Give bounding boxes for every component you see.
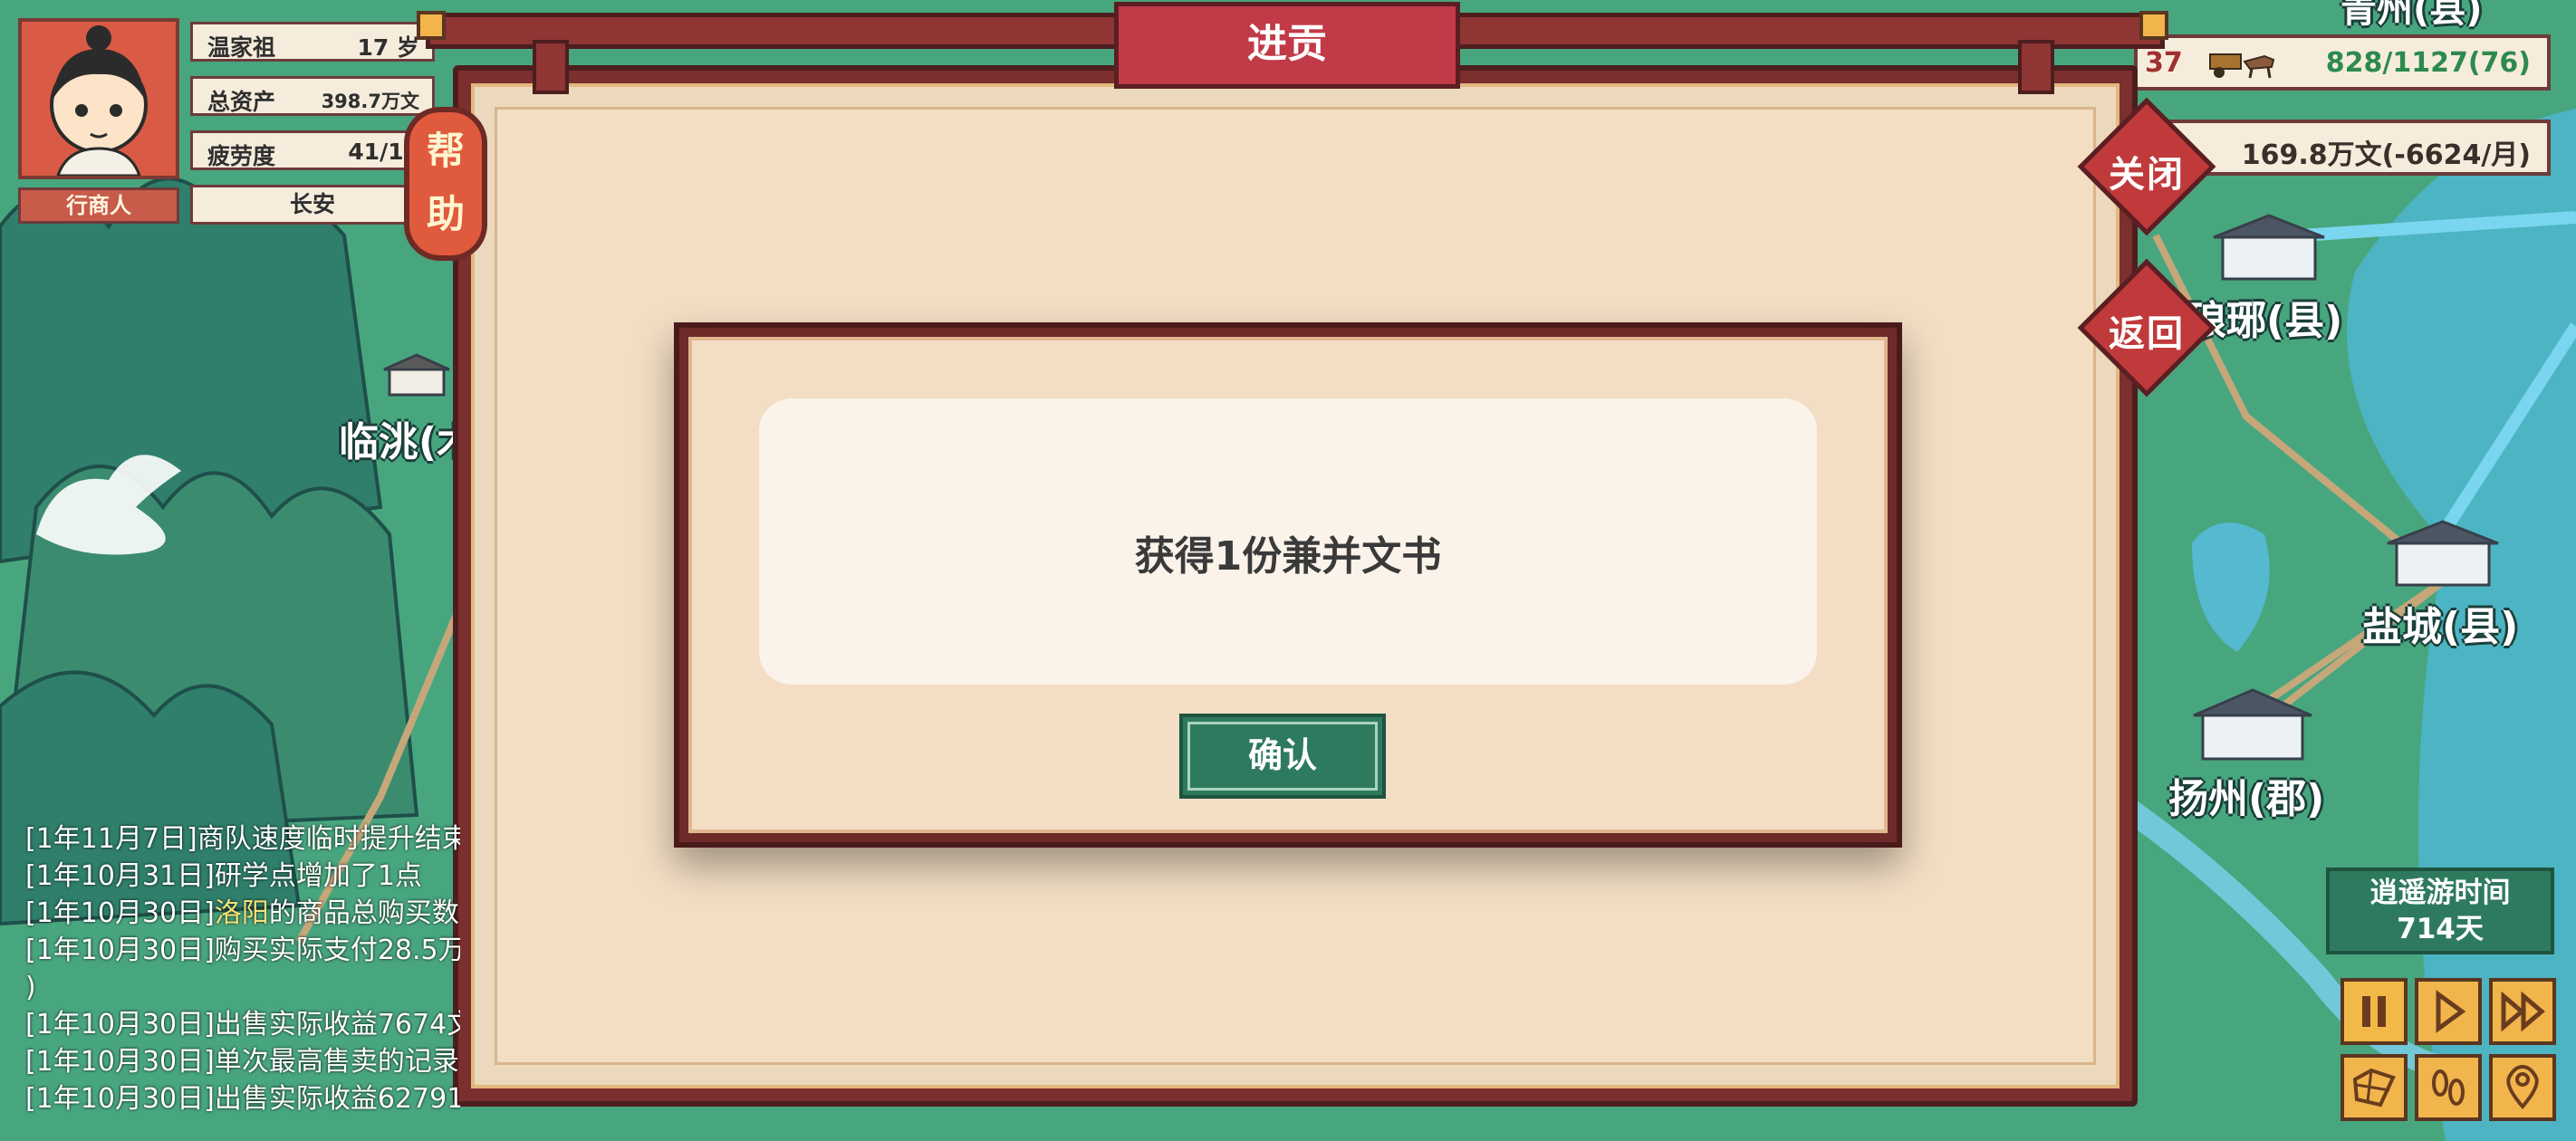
log-city-link[interactable]: 洛阳	[215, 897, 269, 929]
play-icon	[2436, 990, 2466, 1033]
player-location: 长安	[289, 191, 335, 217]
assets-label: 总资产	[207, 89, 276, 115]
pause-icon	[2362, 996, 2386, 1027]
caravan-prefix: 37	[2145, 47, 2183, 79]
log-entry: [1年10月30日]单次最高售卖的记录	[25, 1046, 459, 1078]
log-entry: [1年11月7日]商队速度临时提升结束	[25, 823, 460, 855]
beam-cap-right	[2139, 11, 2168, 40]
assets-value: 398.7万文	[321, 91, 419, 112]
location-pin-button[interactable]	[2489, 1054, 2556, 1121]
log-entry: [1年10月30日]出售实际收益7674文	[25, 1009, 460, 1040]
caravan-value: 828/1127(76)	[2325, 47, 2531, 79]
beam-post-right	[2018, 40, 2054, 94]
log-entry: [1年10月30日]洛阳的商品总购买数	[25, 895, 460, 932]
help-label-2: 助	[426, 192, 465, 236]
assets-row: 总资产 398.7万文	[190, 76, 435, 116]
player-role-badge: 行商人	[18, 187, 179, 224]
log-entry: [1年10月30日]出售实际收益62791文（会计增益+1551文	[25, 1083, 460, 1115]
city-label-top-right[interactable]: 青州(县)	[2341, 0, 2483, 33]
location-pin-icon	[2506, 1064, 2539, 1110]
play-button[interactable]	[2415, 978, 2482, 1045]
player-age: 17 岁	[357, 34, 420, 61]
money-value: 169.8万文(-6624/月)	[2241, 139, 2531, 171]
log-entry: [1年10月31日]研学点增加了1点	[25, 860, 422, 892]
map-button[interactable]	[2341, 1054, 2408, 1121]
pause-button[interactable]	[2341, 978, 2408, 1045]
footprints-button[interactable]	[2415, 1054, 2482, 1121]
fatigue-label: 疲劳度	[207, 143, 276, 169]
horse-cart-icon	[2209, 53, 2275, 79]
confirm-button[interactable]: 确认	[1179, 714, 1386, 799]
fast-forward-icon	[2501, 991, 2545, 1032]
help-button[interactable]: 帮 助	[404, 107, 487, 261]
beam-post-left	[533, 40, 569, 94]
player-name: 温家祖	[207, 34, 276, 61]
footprints-icon	[2432, 1069, 2465, 1106]
fatigue-row: 疲劳度 41/10	[190, 130, 435, 170]
event-log[interactable]: [1年11月7日]商队速度临时提升结束 [1年10月31日]研学点增加了1点 […	[25, 820, 460, 1117]
log-text: 的商品总购买数	[268, 897, 459, 929]
player-avatar[interactable]	[18, 18, 179, 179]
caravan-capacity[interactable]: 37 828/1127(76)	[2134, 34, 2551, 91]
travel-time-label: 逍遥游时间	[2369, 877, 2511, 909]
location-row[interactable]: 长安	[190, 185, 435, 225]
city-label-yangzhou[interactable]: 扬州(郡)	[2168, 766, 2324, 824]
city-label-yancheng[interactable]: 盐城(县)	[2362, 594, 2518, 652]
merchant-portrait-icon	[50, 25, 148, 177]
city-label-langya[interactable]: 琅琊(县)	[2187, 288, 2342, 346]
beam-cap-left	[417, 11, 446, 40]
log-entry: )	[25, 972, 36, 1003]
log-entry: [1年10月30日]购买实际支付28.5万	[25, 935, 460, 966]
log-date: [1年10月30日]	[25, 897, 215, 929]
reward-message: 获得1份兼并文书	[1134, 533, 1442, 580]
travel-time-box[interactable]: 逍遥游时间 714天	[2326, 868, 2554, 954]
map-icon	[2352, 1068, 2396, 1107]
panel-title: 进贡	[1114, 2, 1460, 89]
travel-time-days: 714天	[2397, 913, 2484, 945]
help-label-1: 帮	[426, 129, 465, 173]
player-name-row: 温家祖 17 岁	[190, 22, 435, 62]
close-button-label[interactable]: 关闭	[2088, 145, 2206, 197]
back-button-label[interactable]: 返回	[2088, 304, 2206, 357]
fast-forward-button[interactable]	[2489, 978, 2556, 1045]
